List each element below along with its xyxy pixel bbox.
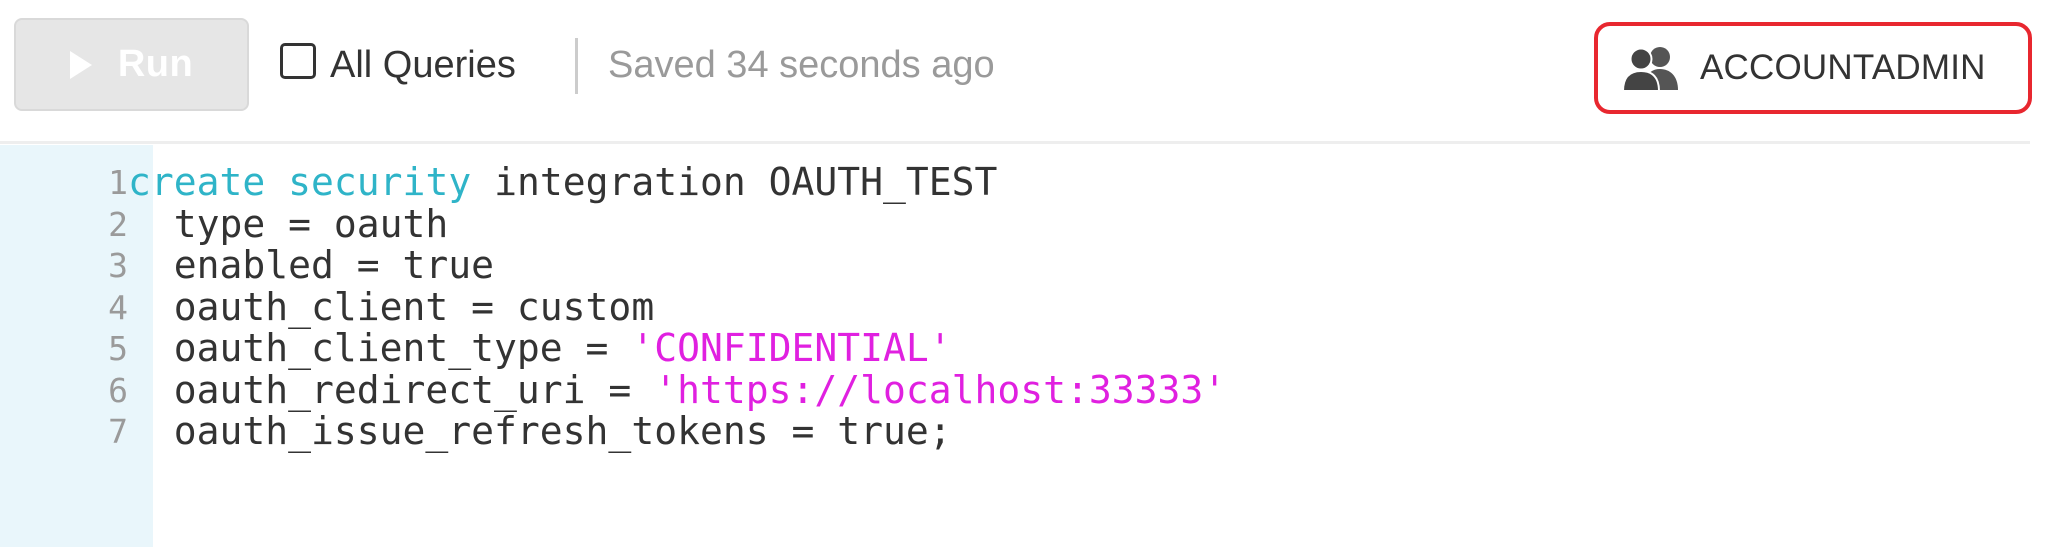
all-queries-label: All Queries bbox=[330, 43, 516, 86]
code-text: oauth_issue_refresh_tokens = true; bbox=[128, 409, 952, 453]
sql-editor[interactable]: 1 create security integration OAUTH_TEST 2… bbox=[0, 145, 2050, 547]
line-number: 7 bbox=[108, 412, 128, 451]
toolbar-separator bbox=[575, 38, 578, 94]
editor-toolbar: Run All Queries Saved 34 seconds ago ACC… bbox=[0, 0, 2050, 144]
role-label: ACCOUNTADMIN bbox=[1700, 48, 1986, 87]
saved-status-text: Saved 34 seconds ago bbox=[608, 44, 995, 86]
run-button-label: Run bbox=[117, 43, 194, 85]
all-queries-checkbox[interactable] bbox=[280, 43, 316, 79]
users-icon bbox=[1621, 47, 1678, 92]
play-icon bbox=[69, 50, 92, 79]
all-queries-toggle[interactable]: All Queries bbox=[280, 30, 516, 100]
code-text: integration OAUTH_TEST bbox=[471, 160, 998, 204]
toolbar-divider bbox=[0, 141, 2030, 144]
role-selector-button[interactable]: ACCOUNTADMIN bbox=[1594, 22, 2032, 114]
run-button[interactable]: Run bbox=[14, 18, 249, 111]
code-line: oauth_issue_refresh_tokens = true; bbox=[128, 404, 952, 459]
